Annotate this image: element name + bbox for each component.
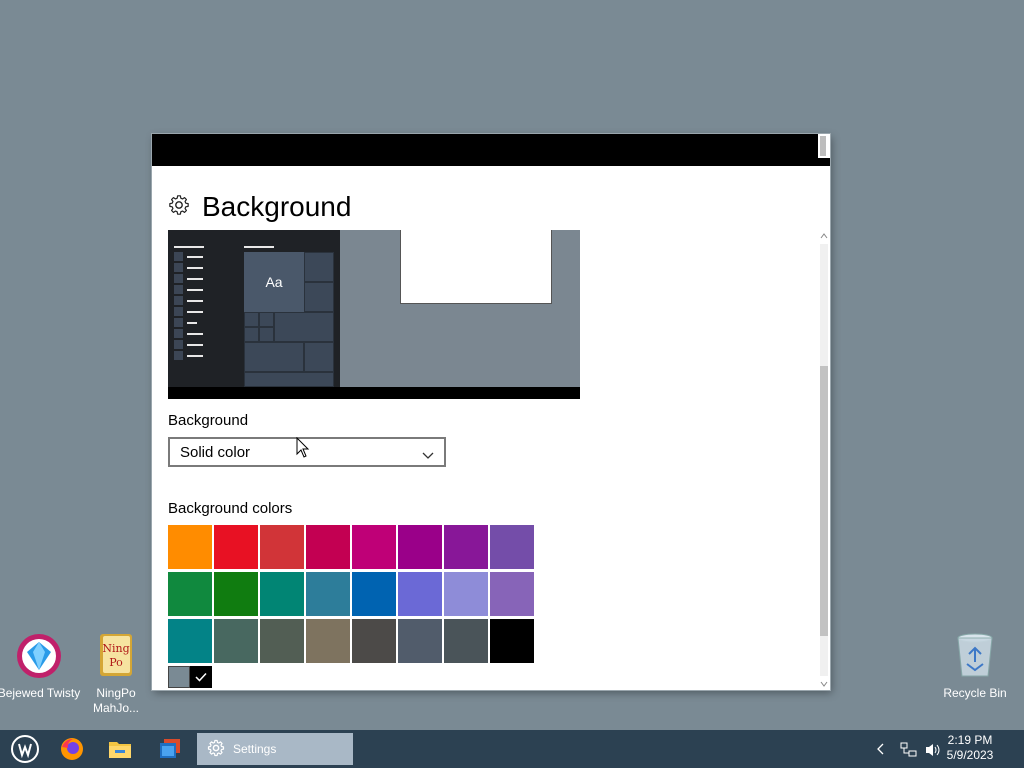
desktop-icon-ningpo[interactable]: Ning Po NingPo MahJo... bbox=[74, 632, 158, 716]
desktop-icon-bejewed[interactable]: Bejewed Twisty bbox=[0, 632, 81, 701]
taskbar-settings-button[interactable]: Settings bbox=[197, 733, 353, 765]
color-swatch[interactable] bbox=[398, 572, 442, 616]
page-title: Background bbox=[202, 191, 352, 222]
chevron-down-icon bbox=[422, 447, 434, 464]
desktop-icon-label: Bejewed Twisty bbox=[0, 686, 81, 700]
dropdown-value: Solid color bbox=[180, 443, 251, 461]
color-swatch[interactable] bbox=[490, 525, 534, 569]
background-preview: Aa bbox=[168, 230, 580, 399]
desktop-icon-recycle-bin[interactable]: Recycle Bin bbox=[933, 632, 1017, 701]
gear-icon bbox=[207, 739, 225, 760]
scroll-down-icon[interactable] bbox=[818, 678, 830, 690]
color-swatch[interactable] bbox=[214, 525, 258, 569]
scrollbar-thumb[interactable] bbox=[820, 366, 828, 636]
mouse-cursor-icon bbox=[296, 436, 310, 464]
preview-window bbox=[400, 230, 552, 304]
color-swatch[interactable] bbox=[352, 619, 396, 663]
color-swatch[interactable] bbox=[214, 619, 258, 663]
file-explorer-button[interactable] bbox=[104, 730, 136, 768]
start-button[interactable] bbox=[6, 730, 44, 768]
color-swatch[interactable] bbox=[490, 572, 534, 616]
selected-color-swatch[interactable] bbox=[168, 666, 212, 688]
checkmark-icon bbox=[190, 666, 212, 688]
firefox-icon bbox=[61, 738, 83, 760]
color-swatch[interactable] bbox=[444, 525, 488, 569]
background-colors-label: Background colors bbox=[168, 500, 293, 517]
preview-start-menu: Aa bbox=[168, 230, 340, 387]
preview-taskbar bbox=[168, 387, 580, 399]
color-swatch[interactable] bbox=[306, 619, 350, 663]
color-swatch[interactable] bbox=[260, 525, 304, 569]
firefox-button[interactable] bbox=[56, 730, 88, 768]
app-button[interactable] bbox=[154, 730, 186, 768]
desktop-icon-label: Recycle Bin bbox=[943, 686, 1007, 700]
settings-content: Background Aa Background Solid color Bac… bbox=[152, 166, 818, 690]
desktop-icon-label: NingPo MahJo... bbox=[92, 686, 140, 715]
page-heading: Background bbox=[168, 190, 351, 224]
clock-date: 5/9/2023 bbox=[946, 748, 994, 762]
settings-window: Background Aa Background Solid color Bac… bbox=[152, 134, 830, 690]
color-swatch[interactable] bbox=[168, 619, 212, 663]
color-swatch[interactable] bbox=[352, 572, 396, 616]
start-logo-icon bbox=[11, 735, 39, 763]
folder-icon bbox=[109, 742, 131, 758]
network-icon[interactable] bbox=[900, 742, 918, 763]
selected-color-preview bbox=[168, 666, 190, 688]
recycle-bin-icon bbox=[951, 632, 999, 680]
content-scrollbar[interactable] bbox=[818, 230, 830, 690]
app-window-icon bbox=[160, 739, 180, 758]
svg-text:Po: Po bbox=[109, 656, 123, 669]
titlebar-scroll bbox=[818, 134, 830, 158]
gear-icon bbox=[168, 194, 190, 221]
scroll-up-icon[interactable] bbox=[818, 230, 830, 242]
color-swatch[interactable] bbox=[260, 619, 304, 663]
color-swatch[interactable] bbox=[168, 525, 212, 569]
clock-time: 2:19 PM bbox=[947, 733, 993, 747]
color-swatch[interactable] bbox=[398, 619, 442, 663]
color-swatch[interactable] bbox=[306, 572, 350, 616]
window-titlebar[interactable] bbox=[152, 134, 830, 166]
preview-tile-text: Aa bbox=[244, 252, 304, 312]
svg-text:Ning: Ning bbox=[102, 642, 129, 655]
color-swatch[interactable] bbox=[306, 525, 350, 569]
color-swatch[interactable] bbox=[260, 572, 304, 616]
bejewed-icon bbox=[15, 632, 63, 680]
color-swatch[interactable] bbox=[352, 525, 396, 569]
color-swatch[interactable] bbox=[444, 619, 488, 663]
color-swatch[interactable] bbox=[490, 619, 534, 663]
color-swatch[interactable] bbox=[168, 572, 212, 616]
mahjong-tile-icon: Ning Po bbox=[92, 632, 140, 680]
color-swatch[interactable] bbox=[444, 572, 488, 616]
tray-overflow-chevron-icon[interactable] bbox=[876, 742, 886, 761]
background-label: Background bbox=[168, 412, 249, 429]
taskbar-settings-label: Settings bbox=[233, 742, 277, 756]
color-swatch[interactable] bbox=[214, 572, 258, 616]
taskbar-clock[interactable]: 2:19 PM 5/9/2023 bbox=[940, 733, 1000, 763]
taskbar: Settings 2:19 PM 5/9/2023 bbox=[0, 730, 1024, 768]
color-swatch[interactable] bbox=[398, 525, 442, 569]
